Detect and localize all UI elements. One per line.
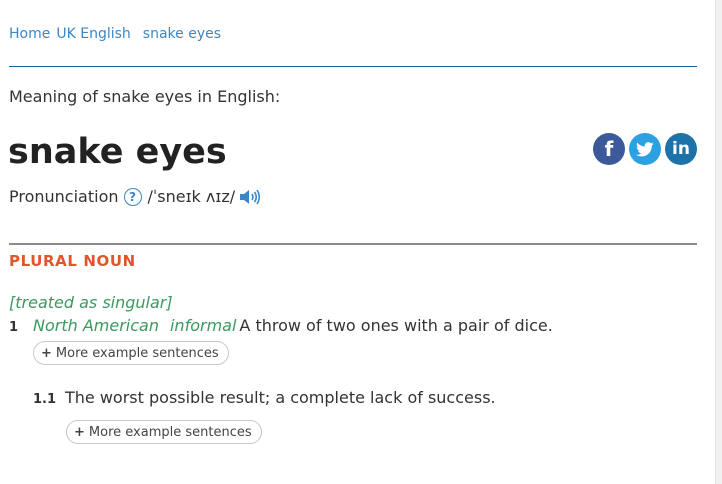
twitter-bird-glyph bbox=[636, 141, 654, 156]
subsense-number: 1.1 bbox=[33, 392, 57, 407]
sense-definition: A throw of two ones with a pair of dice. bbox=[239, 316, 553, 335]
meaning-heading: Meaning of snake eyes in English: bbox=[9, 87, 281, 106]
more-example-sentences-button[interactable]: + More example sentences bbox=[33, 341, 229, 365]
pronunciation-label: Pronunciation bbox=[9, 187, 119, 206]
headword-title: snake eyes bbox=[8, 132, 227, 172]
facebook-icon[interactable]: f bbox=[593, 133, 625, 165]
grammar-note: [treated as singular] bbox=[9, 293, 173, 312]
breadcrumb-home-link[interactable]: Home bbox=[9, 26, 50, 42]
sense-1-1: 1.1 The worst possible result; a complet… bbox=[33, 388, 496, 407]
plus-icon: + bbox=[41, 345, 52, 361]
pronunciation-row: Pronunciation ? /ˈsneɪk ʌɪz/ bbox=[9, 187, 261, 206]
help-icon[interactable]: ? bbox=[123, 187, 142, 206]
social-share-bar: f in bbox=[593, 133, 697, 165]
facebook-glyph: f bbox=[604, 137, 614, 161]
header-divider bbox=[9, 66, 697, 67]
more-example-sentences-button[interactable]: + More example sentences bbox=[66, 420, 262, 444]
region-label[interactable]: North American bbox=[33, 316, 159, 335]
plus-icon: + bbox=[74, 424, 85, 440]
breadcrumb-current-link[interactable]: snake eyes bbox=[143, 26, 221, 42]
more-example-sentences-label: More example sentences bbox=[55, 345, 219, 361]
twitter-icon[interactable] bbox=[629, 133, 661, 165]
breadcrumb: Home UK English snake eyes bbox=[9, 26, 221, 42]
sense-1: 1 North American informal A throw of two… bbox=[9, 316, 553, 335]
linkedin-icon[interactable]: in bbox=[665, 133, 697, 165]
section-divider bbox=[9, 243, 697, 245]
part-of-speech-label: PLURAL NOUN bbox=[9, 252, 136, 270]
speaker-icon[interactable] bbox=[239, 189, 261, 205]
more-example-sentences-label: More example sentences bbox=[88, 424, 252, 440]
subsense-definition: The worst possible result; a complete la… bbox=[65, 388, 496, 407]
breadcrumb-uk-english-link[interactable]: UK English bbox=[56, 26, 130, 42]
scrollbar-track[interactable] bbox=[715, 0, 722, 484]
register-label[interactable]: informal bbox=[170, 316, 236, 335]
phonetic-transcription: /ˈsneɪk ʌɪz/ bbox=[147, 187, 236, 206]
sense-number: 1 bbox=[9, 320, 19, 335]
linkedin-glyph: in bbox=[672, 139, 690, 159]
